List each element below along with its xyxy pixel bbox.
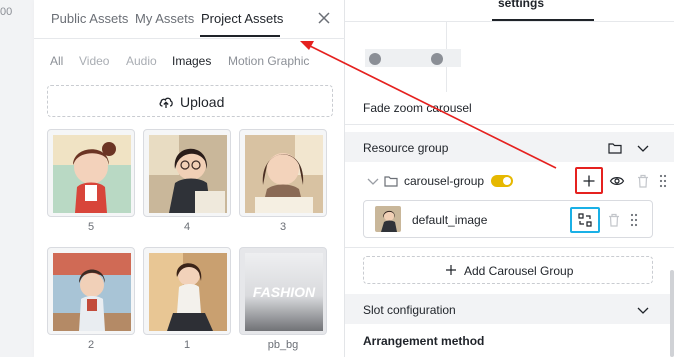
tab-public-assets[interactable]: Public Assets [51,11,128,26]
chevron-down-icon[interactable] [635,302,651,318]
arrangement-method-title: Arrangement method [363,334,485,348]
asset-label-pb-bg: pb_bg [267,339,299,351]
filter-all[interactable]: All [50,54,63,68]
close-icon[interactable] [316,10,332,26]
active-tab-indicator [200,35,280,37]
add-carousel-group-button[interactable]: Add Carousel Group [363,256,653,284]
anime-girl-image [149,135,227,213]
asset-label-5: 5 [87,221,95,233]
anime-girl-image [375,206,401,232]
asset-thumbnail-pb-bg[interactable]: FASHION [239,247,327,335]
ruler-value: 00 [0,6,13,18]
divider [345,124,674,125]
divider [345,247,674,248]
asset-label-1: 1 [183,339,191,351]
carousel-group-row[interactable]: carousel-group [363,167,667,194]
asset-thumbnail-3[interactable] [239,129,327,217]
plus-icon [446,265,456,275]
image-name: default_image [412,213,488,227]
scrollbar[interactable] [670,270,674,357]
asset-panel: Public Assets My Assets Project Assets A… [34,0,345,357]
eye-icon[interactable] [609,173,625,189]
upload-label: Upload [180,94,225,110]
drag-handle-icon[interactable] [657,173,669,189]
folder-icon[interactable] [607,140,623,156]
plus-icon[interactable] [581,173,597,189]
next-arrow-icon [431,53,443,65]
slot-configuration-title: Slot configuration [363,303,456,317]
asset-thumbnail-5[interactable] [47,129,135,217]
trash-icon[interactable] [635,173,651,189]
filter-images[interactable]: Images [172,54,211,68]
app-screen: 00 Public Assets My Assets Project Asset… [0,0,674,357]
resource-image-item[interactable]: default_image [363,200,653,238]
settings-panel: settings Fade zoom carousel Resource gro… [345,0,674,357]
cloud-upload-icon [159,97,173,108]
tab-my-assets[interactable]: My Assets [135,11,194,26]
asset-type-filters: All Video Audio Images Motion Graphic [34,54,345,72]
asset-label-3: 3 [279,221,287,233]
carousel-group-toggle[interactable] [491,175,513,187]
filter-video[interactable]: Video [79,54,109,68]
resource-group-title: Resource group [363,141,449,155]
asset-thumbnail-1[interactable] [143,247,231,335]
tab-settings[interactable]: settings [498,0,544,10]
anime-boy-image [53,253,131,331]
canvas-ruler: 00 [0,0,34,357]
resource-group-header: Resource group [345,132,674,162]
image-thumbnail [375,206,401,232]
preview-caption: Fade zoom carousel [363,101,472,115]
anime-girl-image [245,135,323,213]
add-carousel-group-label: Add Carousel Group [464,264,574,278]
chevron-down-icon[interactable] [635,140,651,156]
tab-project-assets[interactable]: Project Assets [201,11,283,26]
toggle-knob [503,177,511,185]
filter-motion-graphic[interactable]: Motion Graphic [228,54,309,68]
asset-thumbnail-4[interactable] [143,129,231,217]
trash-icon[interactable] [606,212,622,228]
replace-image-icon[interactable] [577,212,593,228]
background-image: FASHION [245,253,323,331]
fashion-watermark: FASHION [253,284,316,300]
asset-label-4: 4 [183,221,191,233]
filter-audio[interactable]: Audio [126,54,157,68]
carousel-group-name: carousel-group [404,174,485,188]
asset-label-2: 2 [87,339,95,351]
drag-handle-icon[interactable] [628,212,640,228]
folder-icon [384,176,398,187]
prev-arrow-icon [369,53,381,65]
anime-girl-image [53,135,131,213]
anime-girl-image [149,253,227,331]
chevron-down-icon[interactable] [365,173,381,189]
asset-thumbnail-2[interactable] [47,247,135,335]
slot-configuration-header[interactable]: Slot configuration [345,294,674,324]
carousel-preview[interactable] [363,22,461,92]
asset-tabs: Public Assets My Assets Project Assets [34,0,345,39]
upload-button[interactable]: Upload [47,85,333,117]
